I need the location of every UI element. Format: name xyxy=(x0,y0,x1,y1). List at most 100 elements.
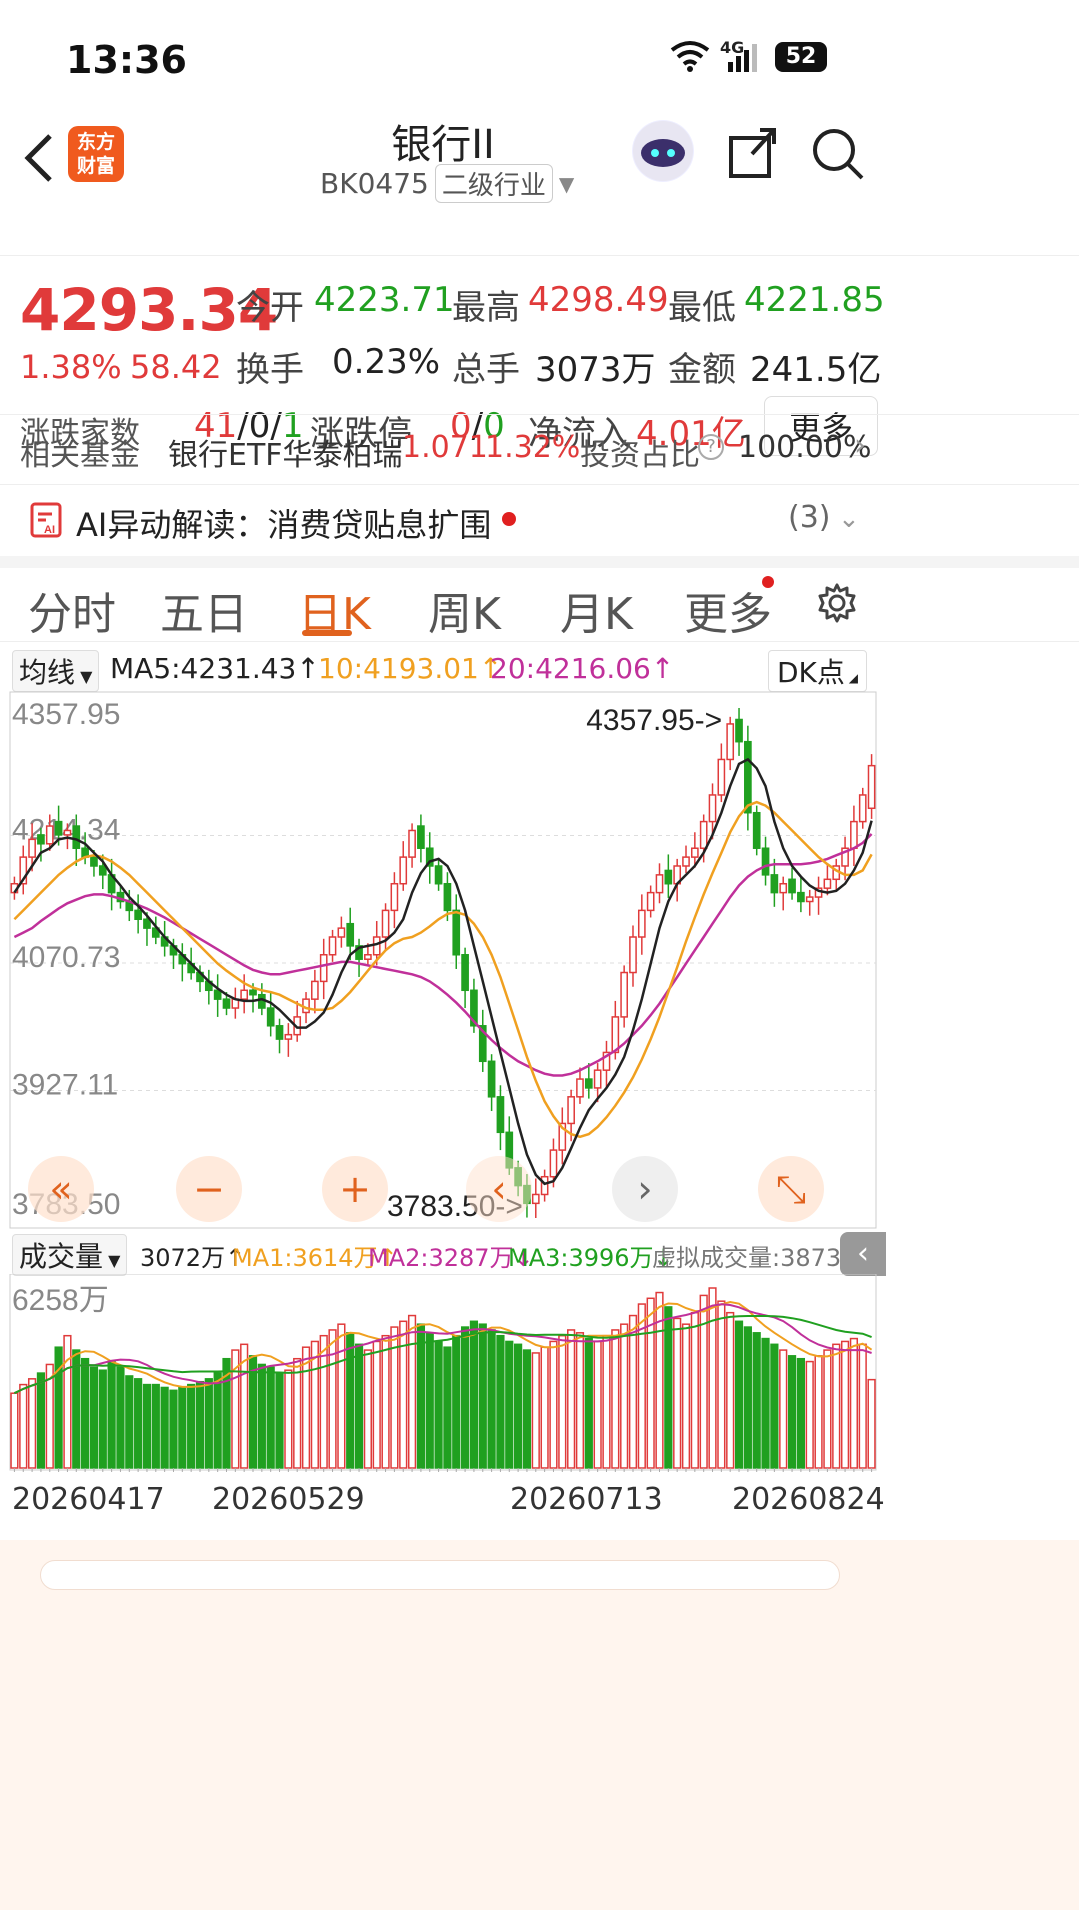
candle-body xyxy=(311,980,319,1000)
candle-body xyxy=(417,825,425,849)
amount-label: 金额 xyxy=(668,350,736,390)
signal-icon xyxy=(726,42,760,76)
volume-bar xyxy=(142,1383,152,1469)
volume-bar xyxy=(620,1323,629,1469)
tab-intraday[interactable]: 分时 xyxy=(28,578,116,642)
volume-bar xyxy=(558,1334,567,1469)
y-tick-label: 4070.73 xyxy=(12,941,120,974)
tab-more[interactable]: 更多 xyxy=(684,578,772,642)
candle-body xyxy=(531,1193,540,1205)
indicator-selector[interactable]: 均线 ▼ xyxy=(12,650,100,692)
candle-body xyxy=(744,740,752,814)
fund-price: 1.071 xyxy=(402,430,488,465)
volume-bar xyxy=(107,1360,116,1469)
candle-body xyxy=(390,882,399,912)
candle-body xyxy=(867,764,876,810)
chevron-down-icon: ▼ xyxy=(558,171,575,196)
candle-body xyxy=(408,829,416,858)
ma20-line xyxy=(13,833,873,1077)
turnover-label: 换手 xyxy=(236,350,304,390)
fullscreen-icon[interactable]: ⤡ xyxy=(758,1156,824,1222)
share-icon[interactable] xyxy=(728,126,778,182)
candle-body xyxy=(213,989,222,1000)
candle-body xyxy=(98,865,107,876)
volume-bar xyxy=(575,1332,585,1469)
help-icon[interactable]: ? xyxy=(698,434,724,460)
volume-label: 总手 xyxy=(452,350,520,390)
candle-body xyxy=(328,936,337,956)
search-icon[interactable] xyxy=(810,126,864,184)
volume-bar xyxy=(81,1357,90,1469)
sector-tag: 二级行业 xyxy=(434,164,553,203)
zoom-out-button[interactable]: − xyxy=(176,1156,242,1222)
volume-bar xyxy=(213,1372,222,1469)
candle-body xyxy=(381,909,390,938)
candle-body xyxy=(664,869,673,885)
subtitle-row[interactable]: BK0475 二级行业 ▼ xyxy=(320,164,574,203)
volume-bar xyxy=(452,1334,461,1469)
settings-gear-icon[interactable] xyxy=(816,582,858,628)
candle-body xyxy=(540,1175,549,1196)
volume-bar xyxy=(151,1383,160,1469)
volume-bar xyxy=(743,1326,752,1469)
step-forward-button[interactable]: › xyxy=(612,1156,678,1222)
tab-monthly-k[interactable]: 月K xyxy=(560,578,633,642)
candlestick-chart[interactable]: 4357.954214.344070.733927.113783.504357.… xyxy=(0,690,886,1230)
volume-bar xyxy=(116,1366,125,1469)
candle-body xyxy=(805,896,814,903)
candle-body xyxy=(461,954,469,992)
volume-bar xyxy=(204,1378,213,1469)
ratio-value: 100.00% xyxy=(738,430,872,465)
amount-value: 241.5亿 xyxy=(750,350,882,390)
volume-legend-bar: 成交量 ▼ 3072万↑ MA1:3614万↑ MA2:3287万↓ MA3:3… xyxy=(0,1232,886,1276)
volume-bar xyxy=(195,1380,205,1469)
candle-body xyxy=(346,922,355,947)
unread-dot xyxy=(502,512,516,526)
dk-point-button[interactable]: DK点 ◢ xyxy=(768,650,867,692)
candle-body xyxy=(682,856,690,867)
volume-bar xyxy=(611,1329,620,1469)
volume-bar xyxy=(301,1346,311,1469)
change-value: 58.42 xyxy=(130,348,222,386)
volume-bar xyxy=(19,1383,28,1469)
candle-body xyxy=(54,820,63,836)
volume-bar xyxy=(487,1329,496,1469)
tab-five-day[interactable]: 五日 xyxy=(160,578,248,642)
volume-bar xyxy=(275,1372,284,1469)
chevron-down-icon[interactable]: ⌄ xyxy=(838,504,860,534)
candle-body xyxy=(761,847,770,876)
virtual-volume: 虚拟成交量:3873万 xyxy=(652,1244,866,1272)
volume-bar xyxy=(567,1329,576,1469)
candle-body xyxy=(443,882,452,912)
volume-bar xyxy=(531,1352,540,1469)
ai-insight-row[interactable]: AI AI异动解读：消费贷贴息扩围 (3) ⌄ xyxy=(0,484,1079,556)
open-value: 4223.71 xyxy=(314,280,455,320)
candle-body xyxy=(399,856,408,885)
candle-body xyxy=(611,1016,620,1054)
tab-weekly-k[interactable]: 周K xyxy=(428,578,501,642)
scroll-left-button[interactable]: « xyxy=(28,1156,94,1222)
volume-bar xyxy=(425,1332,434,1469)
volume-bar xyxy=(796,1357,805,1469)
bottom-panel xyxy=(0,1540,1079,1910)
candle-body xyxy=(266,1007,275,1027)
volume-selector[interactable]: 成交量 ▼ xyxy=(12,1234,128,1276)
volume-bar xyxy=(89,1366,99,1469)
related-fund-row[interactable]: 相关基金 银行ETF华泰柏瑞 1.071 1.32% 投资占比 ? 100.00… xyxy=(0,414,1079,484)
panel-collapse-button[interactable]: ‹ xyxy=(840,1232,886,1276)
candle-body xyxy=(319,954,328,983)
volume-bar xyxy=(858,1343,867,1469)
volume-bar xyxy=(257,1363,266,1469)
candle-body xyxy=(576,1078,584,1098)
step-back-button[interactable]: ‹ xyxy=(466,1156,532,1222)
volume-max-label: 6258万 xyxy=(12,1284,109,1317)
volume-bar xyxy=(10,1392,19,1469)
volume-bar xyxy=(72,1349,81,1469)
ma-legend-bar: 均线 ▼ MA5:4231.43↑ 10:4193.01↑ 20:4216.06… xyxy=(0,646,886,692)
header: 东方 财富 银行II BK0475 二级行业 ▼ xyxy=(0,120,1079,255)
svg-text:AI: AI xyxy=(44,524,55,536)
volume-bar xyxy=(407,1314,417,1469)
zoom-in-button[interactable]: + xyxy=(322,1156,388,1222)
candle-body xyxy=(364,954,372,960)
ai-robot-avatar[interactable] xyxy=(632,120,694,182)
